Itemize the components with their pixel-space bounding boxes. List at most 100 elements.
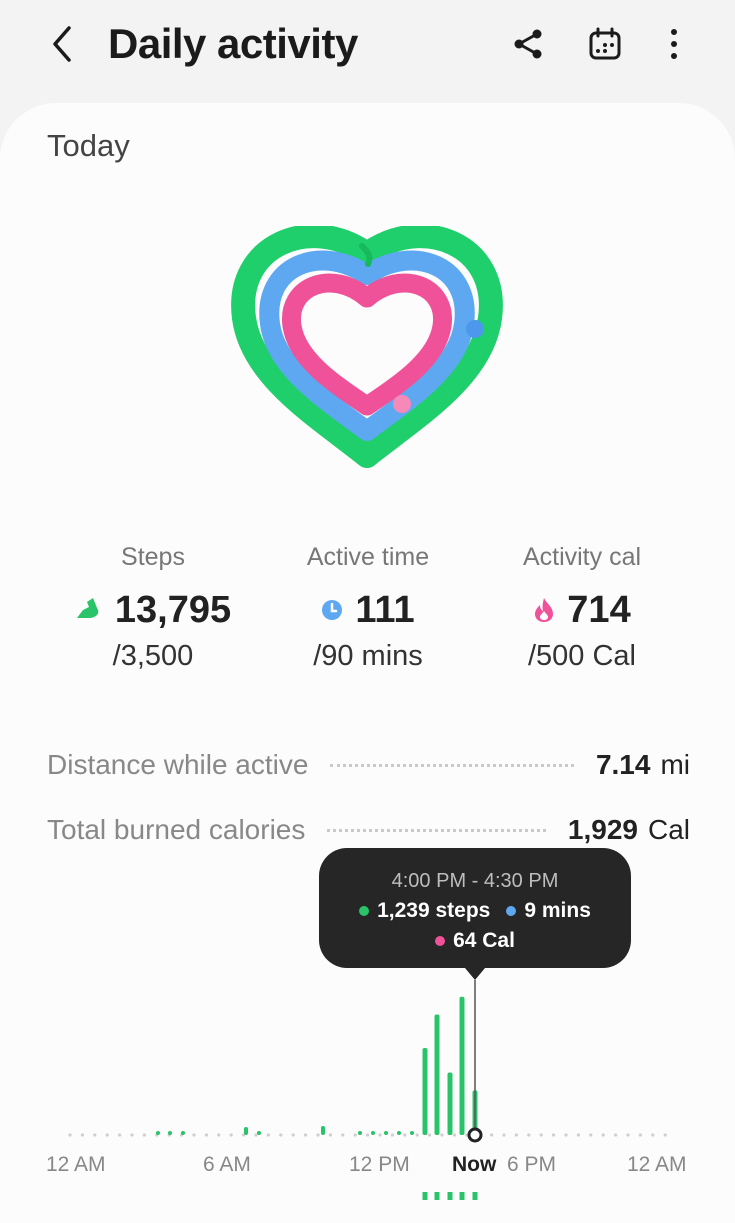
baseline-dot: [254, 1133, 258, 1137]
activity-mark: [371, 1131, 375, 1135]
distance-label: Distance while active: [47, 749, 309, 780]
tooltip-steps: 1,239 steps: [377, 899, 491, 922]
baseline-dot: [638, 1133, 643, 1137]
baseline-dot: [130, 1133, 134, 1137]
now-label: Now: [452, 1153, 497, 1176]
baseline-dot: [68, 1133, 72, 1137]
share-icon: [514, 29, 542, 59]
baseline-dot: [589, 1133, 593, 1137]
x-tick-label: 12 AM: [627, 1153, 687, 1176]
now-marker: [467, 1127, 483, 1143]
baseline-dot: [192, 1133, 196, 1137]
activity-mark: [384, 1131, 388, 1135]
active-time-goal: /90 mins: [313, 640, 423, 672]
active-time-label: Active time: [306, 543, 430, 571]
baseline-dot: [353, 1133, 357, 1137]
flame-icon: [535, 598, 554, 622]
cal-legend-dot: [435, 936, 446, 946]
x-tick-label: 6 PM: [507, 1153, 557, 1176]
steps-label: Steps: [121, 543, 185, 571]
baseline-dot: [105, 1133, 109, 1137]
active-time-stat[interactable]: Active time 111 /90 mins: [253, 540, 483, 673]
baseline-dot: [403, 1133, 407, 1137]
activity-mark: [257, 1131, 261, 1135]
baseline-dot: [217, 1133, 221, 1137]
baseline-dot: [428, 1133, 432, 1137]
total-calories-value: 1,929: [567, 814, 638, 845]
steps-bar[interactable]: [459, 996, 465, 1135]
distance-value: 7.14: [595, 749, 651, 780]
activity-mark: [244, 1127, 248, 1135]
baseline-dot: [341, 1133, 345, 1137]
back-button[interactable]: [40, 22, 84, 66]
secondary-chart-mark: [472, 1192, 478, 1200]
steps-bar[interactable]: [422, 1048, 428, 1135]
baseline-dot: [539, 1133, 543, 1137]
baseline-dot: [328, 1133, 332, 1137]
activity-mark: [410, 1131, 414, 1135]
baseline-dot: [291, 1133, 295, 1137]
baseline-dot: [663, 1133, 667, 1137]
baseline-dot: [118, 1133, 122, 1137]
tooltip-time: 4:00 PM - 4:30 PM: [391, 870, 559, 892]
baseline-dot: [316, 1133, 320, 1137]
tooltip-cal: 64 Cal: [453, 929, 515, 952]
distance-row: Distance while active 7.14 mi: [47, 745, 690, 785]
more-options-button[interactable]: [652, 22, 696, 66]
baseline-dot: [390, 1133, 394, 1137]
baseline-dot: [279, 1133, 283, 1137]
baseline-dot: [452, 1133, 456, 1137]
steps-bar[interactable]: [434, 1014, 440, 1135]
calendar-button[interactable]: [583, 22, 627, 66]
baseline-dot: [304, 1133, 308, 1137]
clock-icon: [322, 600, 343, 620]
baseline-dot: [614, 1133, 618, 1137]
activity-mark: [358, 1131, 362, 1135]
steps-goal: /3,500: [112, 640, 194, 672]
secondary-chart-mark: [447, 1192, 453, 1200]
activity-cal-label: Activity cal: [522, 543, 642, 571]
baseline-dot: [601, 1133, 605, 1137]
baseline-dot: [440, 1133, 444, 1137]
shoe-icon: [76, 598, 99, 618]
secondary-chart-mark: [422, 1192, 428, 1200]
steps-legend-dot: [359, 906, 370, 916]
baseline-dot: [514, 1133, 519, 1137]
period-label: Today: [47, 128, 130, 163]
activity-cal-stat[interactable]: Activity cal 714 /500 Cal: [467, 540, 697, 673]
baseline-dot: [626, 1133, 630, 1137]
total-calories-row: Total burned calories 1,929 Cal: [47, 810, 690, 850]
steps-bar[interactable]: [447, 1072, 453, 1135]
total-calories-unit: Cal: [647, 814, 690, 845]
baseline-dot: [80, 1133, 84, 1137]
activity-mark: [181, 1131, 185, 1135]
baseline-dot: [576, 1133, 581, 1137]
activity-cal-goal: /500 Cal: [527, 640, 636, 672]
baseline-dot: [142, 1133, 146, 1137]
active-legend-dot: [506, 906, 517, 916]
activity-mark: [168, 1131, 172, 1135]
x-tick-label: 6 AM: [203, 1153, 251, 1176]
steps-stat[interactable]: Steps 13,795 /3,500: [38, 540, 268, 673]
activity-rings-heart: [231, 226, 503, 468]
steps-value: 13,795: [114, 588, 232, 631]
baseline-dot: [527, 1133, 531, 1137]
baseline-dot: [415, 1133, 419, 1137]
share-button[interactable]: [506, 22, 550, 66]
tooltip-active: 9 mins: [524, 899, 591, 922]
more-vertical-icon: [671, 29, 677, 59]
page-title: Daily activity: [108, 20, 358, 67]
top-app-bar: Daily activity: [0, 0, 735, 100]
baseline-dot: [229, 1133, 233, 1137]
active-time-value: 111: [355, 588, 415, 631]
activity-mark: [397, 1131, 401, 1135]
baseline-dot: [502, 1133, 506, 1137]
calendar-icon: [589, 27, 621, 60]
total-calories-label: Total burned calories: [47, 814, 306, 845]
baseline-dot: [564, 1133, 568, 1137]
baseline-dot: [204, 1133, 208, 1137]
x-tick-label: 12 AM: [46, 1153, 106, 1176]
secondary-chart-mark: [434, 1192, 440, 1200]
activity-mark: [321, 1126, 325, 1135]
baseline-dot: [552, 1133, 556, 1137]
